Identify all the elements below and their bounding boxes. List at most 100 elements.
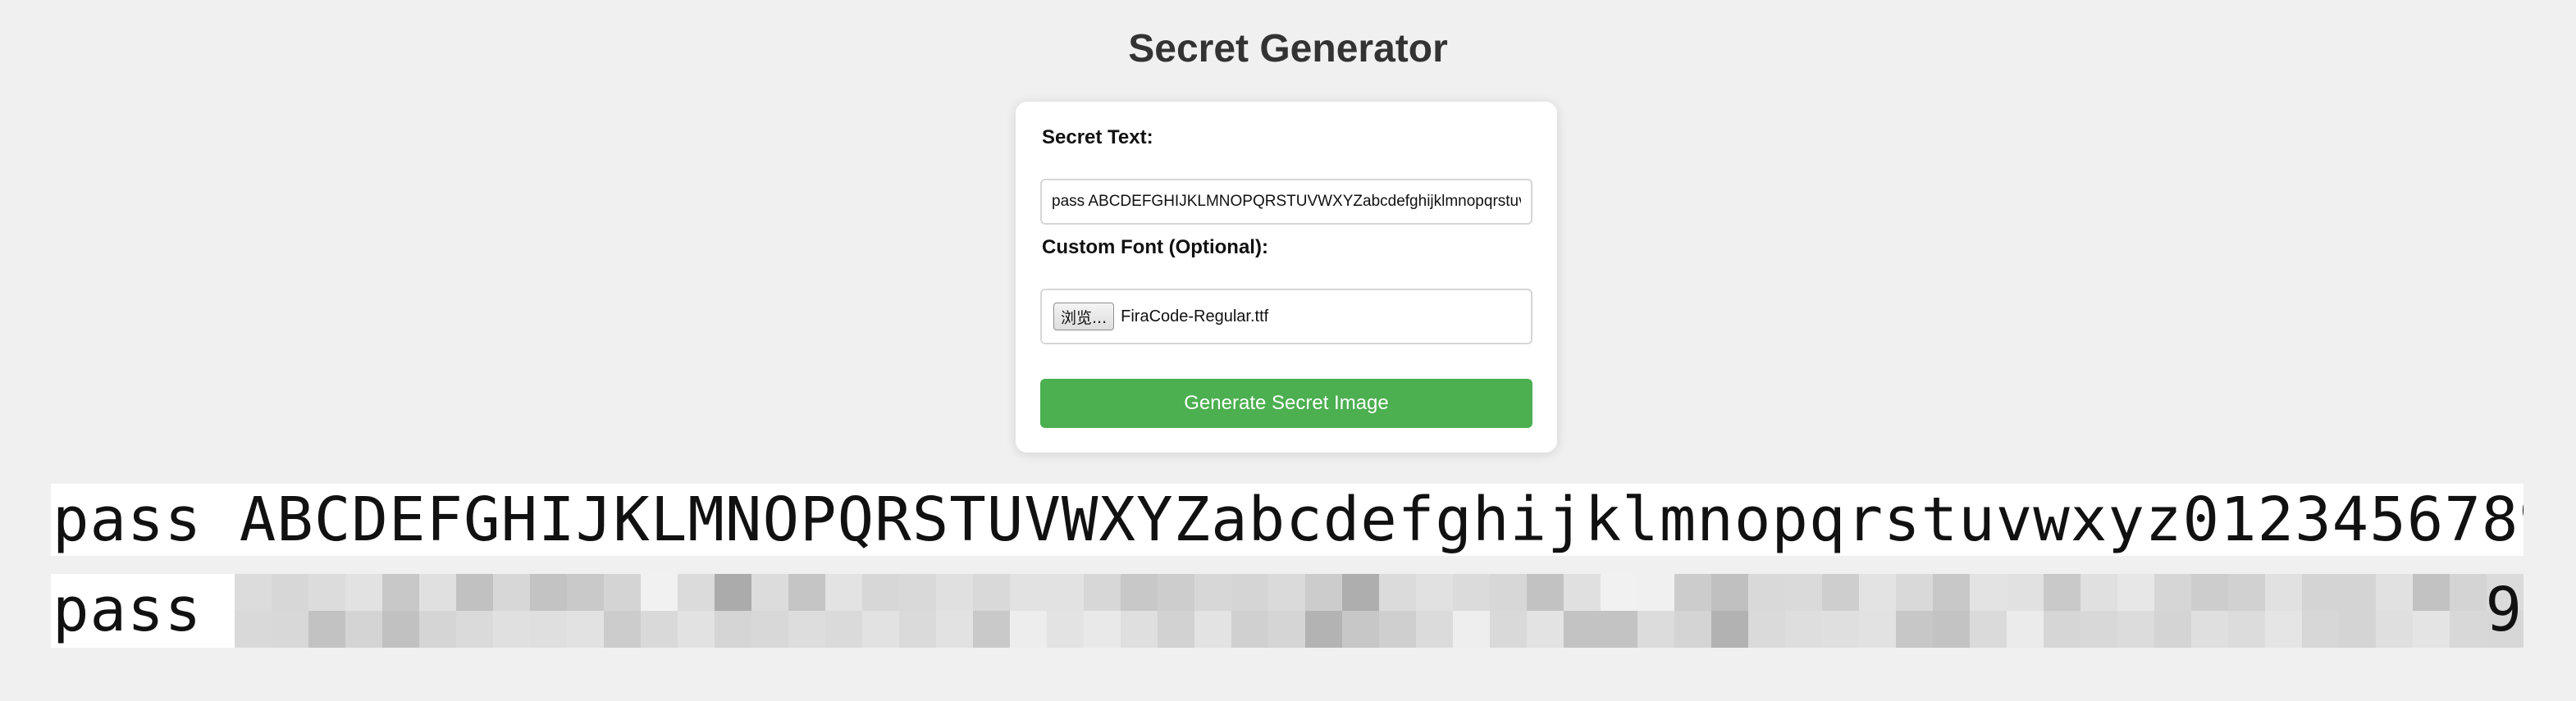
pixel-block	[1194, 611, 1231, 648]
pixel-block	[2044, 574, 2080, 611]
pixel-block	[1047, 574, 1084, 611]
pixel-block	[2228, 611, 2265, 648]
pixel-block	[2413, 611, 2450, 648]
pixel-block	[382, 611, 419, 648]
pixel-block	[2154, 611, 2191, 648]
pixel-block	[1564, 611, 1601, 648]
pixel-block	[1305, 611, 1342, 648]
pixel-block	[2339, 611, 2376, 648]
pixel-block	[1970, 611, 2007, 648]
pixel-block	[272, 611, 308, 648]
pixel-block	[308, 574, 345, 611]
pixel-block	[1859, 611, 1896, 648]
pixel-block	[567, 611, 604, 648]
pixel-block	[1601, 611, 1637, 648]
pixel-block	[1674, 611, 1711, 648]
pixel-block	[1047, 611, 1084, 648]
pixel-block	[1933, 574, 1970, 611]
pixel-block	[345, 611, 382, 648]
pixel-block	[308, 611, 345, 648]
font-file-input[interactable]: 浏览... FiraCode-Regular.ttf	[1040, 289, 1532, 344]
pixel-block	[973, 611, 1010, 648]
pixel-block	[1970, 574, 2007, 611]
browse-button[interactable]: 浏览...	[1053, 303, 1115, 330]
pixel-block	[272, 574, 308, 611]
redacted-prefix-text: pass	[53, 575, 203, 645]
pixel-block	[2044, 611, 2080, 648]
pixel-block	[530, 611, 567, 648]
pixel-block	[1305, 574, 1342, 611]
pixel-block	[2117, 611, 2154, 648]
pixel-block	[862, 611, 899, 648]
page-title: Secret Generator	[1128, 27, 1448, 71]
pixel-block	[1342, 574, 1379, 611]
pixel-block	[788, 611, 825, 648]
selected-file-name: FiraCode-Regular.ttf	[1121, 307, 1269, 325]
pixel-block	[1637, 574, 1674, 611]
pixel-block	[1748, 574, 1785, 611]
pixel-block	[1527, 611, 1564, 648]
pixel-block	[530, 574, 567, 611]
pixel-block	[825, 574, 862, 611]
pixel-block	[2191, 611, 2228, 648]
pixel-block	[567, 574, 604, 611]
generator-form-card: Secret Text: Custom Font (Optional): 浏览.…	[1016, 102, 1557, 453]
pixel-block	[2007, 574, 2044, 611]
secret-text-input[interactable]	[1040, 179, 1532, 225]
pixel-block	[1785, 574, 1822, 611]
pixel-block	[2339, 574, 2376, 611]
pixel-block	[1859, 574, 1896, 611]
secret-text-label: Secret Text:	[1042, 126, 1153, 148]
pixel-block	[2080, 611, 2117, 648]
pixel-block	[1268, 611, 1305, 648]
pixel-block	[1121, 574, 1158, 611]
pixel-block	[345, 574, 382, 611]
pixel-block	[419, 574, 456, 611]
pixel-block	[1010, 574, 1047, 611]
pixel-block	[2376, 574, 2413, 611]
pixel-block	[2007, 611, 2044, 648]
pixel-block	[1601, 574, 1637, 611]
pixel-block	[604, 574, 641, 611]
pixel-block	[1822, 611, 1859, 648]
redacted-text-image: pass 9	[51, 574, 2523, 648]
pixel-block	[2450, 611, 2487, 648]
pixel-block	[1231, 611, 1268, 648]
pixel-block	[1158, 574, 1194, 611]
pixel-block	[2228, 574, 2265, 611]
pixel-block	[2302, 611, 2339, 648]
pixel-block	[456, 574, 493, 611]
pixel-block	[1416, 574, 1453, 611]
pixel-block	[751, 611, 788, 648]
pixel-block	[235, 611, 272, 648]
pixel-block	[715, 611, 751, 648]
pixel-block	[1748, 611, 1785, 648]
pixel-block	[1933, 611, 1970, 648]
pixel-block	[382, 574, 419, 611]
pixel-block	[1527, 574, 1564, 611]
pixel-block	[1416, 611, 1453, 648]
pixel-block	[1564, 574, 1601, 611]
pixel-block	[936, 611, 973, 648]
original-text-image: pass ABCDEFGHIJKLMNOPQRSTUVWXYZabcdefghi…	[51, 484, 2523, 556]
pixel-block	[2265, 611, 2302, 648]
pixel-block	[1453, 574, 1490, 611]
pixel-block	[2117, 574, 2154, 611]
pixel-block	[2080, 574, 2117, 611]
pixel-block	[641, 574, 678, 611]
pixel-block	[2376, 611, 2413, 648]
original-text: pass ABCDEFGHIJKLMNOPQRSTUVWXYZabcdefghi…	[53, 485, 2523, 555]
pixel-block	[2302, 574, 2339, 611]
pixel-block	[862, 574, 899, 611]
pixel-block	[1711, 574, 1748, 611]
pixel-block	[678, 574, 715, 611]
pixel-block	[1268, 574, 1305, 611]
pixel-block	[604, 611, 641, 648]
generate-secret-image-button[interactable]: Generate Secret Image	[1040, 379, 1532, 428]
pixel-block	[2265, 574, 2302, 611]
pixel-block	[419, 611, 456, 648]
pixel-block	[1822, 574, 1859, 611]
pixel-block	[678, 611, 715, 648]
pixel-block	[1490, 611, 1527, 648]
pixel-block	[235, 574, 272, 611]
